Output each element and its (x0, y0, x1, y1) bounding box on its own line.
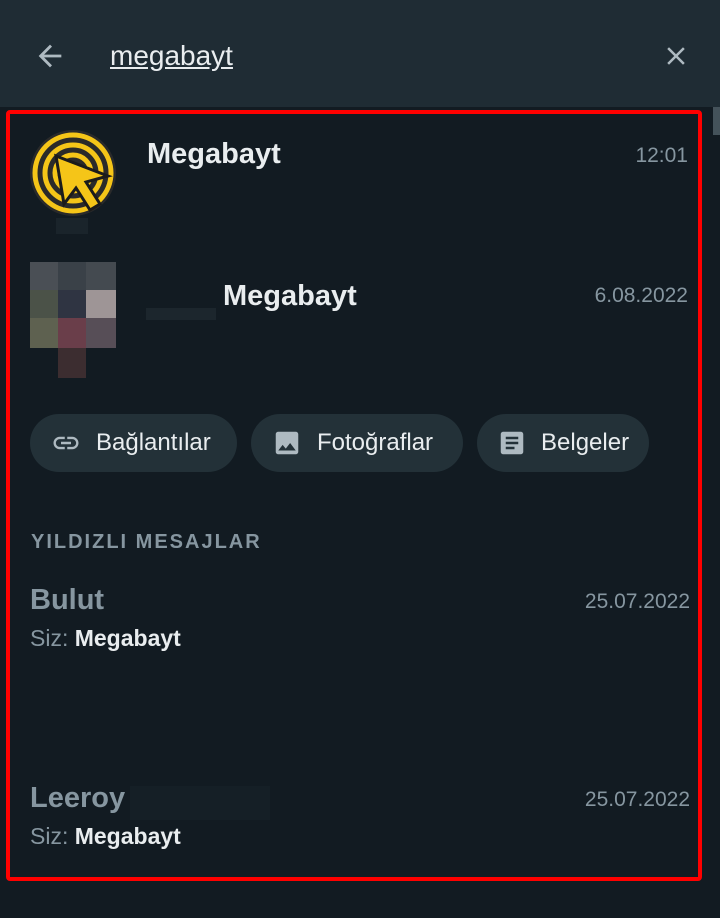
clear-search-button[interactable] (656, 36, 696, 76)
highlight-box (6, 110, 702, 881)
close-icon (667, 47, 685, 65)
arrow-left-icon (38, 44, 62, 68)
search-input[interactable] (110, 36, 630, 76)
search-header (0, 0, 720, 107)
back-button[interactable] (30, 36, 70, 76)
